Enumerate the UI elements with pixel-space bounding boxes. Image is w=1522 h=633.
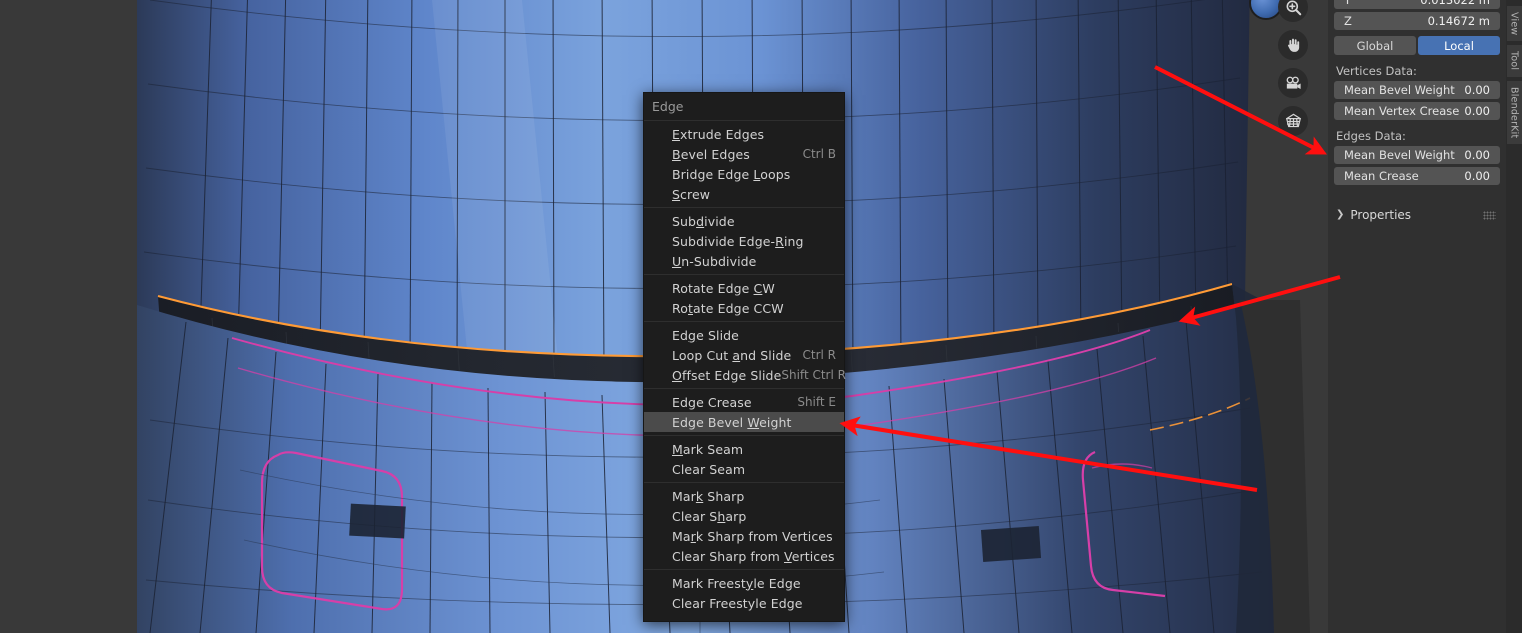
field-label: Mean Crease [1344, 169, 1419, 183]
menu-group: Edge Crease Shift E Edge Bevel Weight [644, 388, 844, 435]
menu-item-bridge-edge-loops[interactable]: Bridge Edge Loops [644, 164, 844, 184]
menu-item-rotate-edge-ccw[interactable]: Rotate Edge CCW [644, 298, 844, 318]
grip-dots-icon[interactable] [1483, 210, 1496, 220]
menu-item-mark-seam[interactable]: Mark Seam [644, 439, 844, 459]
menu-item-label: Clear Freestyle Edge [672, 595, 803, 611]
menu-item-screw[interactable]: Screw [644, 184, 844, 204]
menu-item-mark-sharp[interactable]: Mark Sharp [644, 486, 844, 506]
menu-item-label: Clear Sharp from Vertices [672, 548, 835, 564]
menu-group: Rotate Edge CW Rotate Edge CCW [644, 274, 844, 321]
menu-item-loop-cut-and-slide[interactable]: Loop Cut and Slide Ctrl R [644, 345, 844, 365]
properties-panel-title: Properties [1350, 208, 1412, 222]
menu-item-label: Mark Seam [672, 441, 744, 457]
menu-item-label: Loop Cut and Slide [672, 347, 792, 363]
chevron-right-icon: ❯ [1336, 209, 1345, 220]
menu-item-label: Subdivide [672, 213, 735, 229]
viewport-nav-controls [1275, 0, 1311, 136]
menu-item-label: Offset Edge Slide [672, 367, 782, 383]
edges-mean-crease-field[interactable]: Mean Crease 0.00 [1334, 167, 1500, 185]
menu-item-label: Edge Slide [672, 327, 739, 343]
menu-item-shortcut: Ctrl R [802, 348, 836, 362]
menu-item-clear-freestyle-edge[interactable]: Clear Freestyle Edge [644, 593, 844, 613]
transform-fields: Y 0.013022 m Z 0.14672 m [1334, 0, 1500, 30]
field-value: 0.013022 m [1420, 0, 1490, 7]
menu-item-label: Rotate Edge CW [672, 280, 775, 296]
menu-item-edge-slide[interactable]: Edge Slide [644, 325, 844, 345]
menu-item-label: Mark Sharp [672, 488, 745, 504]
transform-field-y[interactable]: Y 0.013022 m [1334, 0, 1500, 9]
edges-data-label: Edges Data: [1336, 129, 1406, 143]
menu-item-extrude-edges[interactable]: Extrude Edges [644, 124, 844, 144]
menu-group: Extrude Edges Bevel Edges Ctrl B Bridge Edg… [644, 121, 844, 207]
menu-item-label: Mark Freestyle Edge [672, 575, 801, 591]
tab-tool[interactable]: Tool [1506, 45, 1522, 77]
field-value: 0.14672 m [1427, 14, 1490, 28]
menu-item-mark-sharp-from-vertices[interactable]: Mark Sharp from Vertices [644, 526, 844, 546]
edge-context-menu[interactable]: Edge Extrude Edges Bevel Edges Ctrl B Bridg… [643, 92, 846, 622]
properties-sidebar[interactable]: Y 0.013022 m Z 0.14672 m Global Local Ve… [1328, 0, 1506, 633]
menu-group: Mark Seam Clear Seam [644, 435, 844, 482]
menu-item-label: Screw [672, 186, 711, 202]
menu-item-bevel-edges[interactable]: Bevel Edges Ctrl B [644, 144, 844, 164]
menu-item-clear-sharp[interactable]: Clear Sharp [644, 506, 844, 526]
menu-item-shortcut: Shift E [797, 395, 836, 409]
menu-item-label: Edge Bevel Weight [672, 414, 792, 430]
field-label: Mean Bevel Weight [1344, 83, 1455, 97]
menu-item-clear-sharp-from-vertices[interactable]: Clear Sharp from Vertices [644, 546, 844, 566]
menu-item-offset-edge-slide[interactable]: Offset Edge Slide Shift Ctrl R [644, 365, 846, 385]
menu-item-label: Clear Sharp [672, 508, 747, 524]
field-label: Mean Bevel Weight [1344, 148, 1455, 162]
camera-icon[interactable] [1278, 68, 1308, 98]
menu-item-label: Bridge Edge Loops [672, 166, 791, 182]
menu-item-shortcut: Shift Ctrl R [781, 368, 846, 382]
menu-item-un-subdivide[interactable]: Un-Subdivide [644, 251, 844, 271]
menu-title: Edge [644, 93, 844, 121]
menu-group: Mark Sharp Clear Sharp Mark Sharp from Ver… [644, 482, 844, 569]
hand-icon[interactable] [1278, 30, 1308, 60]
properties-panel-header[interactable]: ❯ Properties [1334, 205, 1500, 225]
menu-item-label: Mark Sharp from Vertices [672, 528, 833, 544]
field-label: Z [1344, 14, 1352, 28]
transform-field-z[interactable]: Z 0.14672 m [1334, 12, 1500, 30]
tab-blenderkit[interactable]: BlenderKit [1506, 80, 1522, 145]
menu-item-shortcut: Ctrl B [802, 147, 836, 161]
menu-item-clear-seam[interactable]: Clear Seam [644, 459, 844, 479]
vertices-mean-bevel-weight-field[interactable]: Mean Bevel Weight 0.00 [1334, 81, 1500, 99]
menu-item-label: Rotate Edge CCW [672, 300, 784, 316]
field-label: Y [1344, 0, 1352, 7]
global-space-button[interactable]: Global [1334, 36, 1416, 55]
field-value: 0.00 [1464, 104, 1490, 118]
transform-space-toggle: Global Local [1334, 36, 1500, 55]
menu-group: Mark Freestyle Edge Clear Freestyle Edge [644, 569, 844, 616]
menu-item-label: Un-Subdivide [672, 253, 757, 269]
menu-item-subdivide-edge-ring[interactable]: Subdivide Edge-Ring [644, 231, 844, 251]
vertices-mean-vertex-crease-field[interactable]: Mean Vertex Crease 0.00 [1334, 102, 1500, 120]
menu-groups: Extrude Edges Bevel Edges Ctrl B Bridge Edg… [644, 121, 846, 616]
vertices-data-label: Vertices Data: [1336, 64, 1417, 78]
menu-item-label: Extrude Edges [672, 126, 765, 142]
field-value: 0.00 [1464, 83, 1490, 97]
menu-item-label: Bevel Edges [672, 146, 750, 162]
menu-group: Subdivide Subdivide Edge-Ring Un-Subdivide [644, 207, 844, 274]
edges-mean-bevel-weight-field[interactable]: Mean Bevel Weight 0.00 [1334, 146, 1500, 164]
zoom-icon[interactable] [1278, 0, 1308, 22]
menu-item-label: Edge Crease [672, 394, 752, 410]
menu-item-subdivide[interactable]: Subdivide [644, 211, 844, 231]
menu-item-edge-crease[interactable]: Edge Crease Shift E [644, 392, 844, 412]
menu-item-label: Clear Seam [672, 461, 746, 477]
menu-item-rotate-edge-cw[interactable]: Rotate Edge CW [644, 278, 844, 298]
sidebar-tab-strip: View Tool BlenderKit [1506, 0, 1522, 633]
menu-item-label: Subdivide Edge-Ring [672, 233, 804, 249]
field-value: 0.00 [1464, 148, 1490, 162]
field-value: 0.00 [1464, 169, 1490, 183]
menu-item-mark-freestyle-edge[interactable]: Mark Freestyle Edge [644, 573, 844, 593]
blender-window: Edge Extrude Edges Bevel Edges Ctrl B Bridg… [0, 0, 1522, 633]
grid-icon[interactable] [1278, 106, 1308, 136]
tab-view[interactable]: View [1506, 6, 1522, 42]
menu-item-edge-bevel-weight[interactable]: Edge Bevel Weight [644, 412, 844, 432]
local-space-button[interactable]: Local [1418, 36, 1500, 55]
menu-group: Edge Slide Loop Cut and Slide Ctrl R Offset… [644, 321, 846, 388]
field-label: Mean Vertex Crease [1344, 104, 1460, 118]
